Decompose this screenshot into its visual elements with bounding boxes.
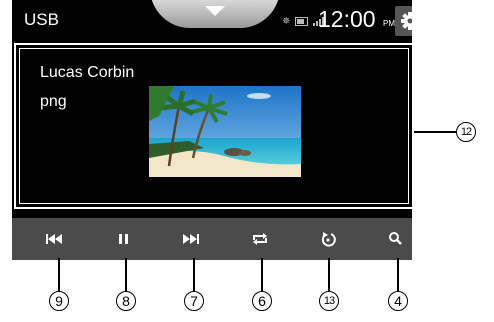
file-type: png [40,93,67,110]
callout-line-4 [397,258,399,291]
beach-photo[interactable] [149,86,301,177]
callout-line-7 [193,258,195,291]
pull-down-tab[interactable] [150,0,280,28]
previous-icon [46,234,62,244]
callout-line-8 [125,258,127,291]
rotate-icon [321,232,336,247]
pause-icon [119,234,128,244]
callout-13: 13 [319,291,339,311]
battery-icon [295,17,309,26]
artist-name: Lucas Corbin [40,64,135,81]
search-button[interactable] [376,224,416,254]
callout-line-12 [414,131,456,133]
callout-7: 7 [184,291,204,311]
callout-line-6 [261,258,263,291]
chevron-down-icon [205,6,225,16]
status-bar: USB ✵ 12:00 PM [12,0,412,42]
next-button[interactable] [171,224,211,254]
clock-ampm: PM [383,19,395,28]
callout-6: 6 [252,291,272,311]
clock-time: 12:00 [318,6,376,32]
callout-12: 12 [456,122,476,142]
callout-line-9 [58,258,60,291]
repeat-button[interactable] [240,224,280,254]
search-icon [389,232,402,245]
callout-4: 4 [388,291,408,311]
source-label: USB [24,10,59,29]
callout-9: 9 [49,291,69,311]
callout-line-13 [328,258,330,291]
repeat-icon [253,233,267,245]
rotate-button[interactable] [308,224,348,254]
gear-icon [401,12,412,30]
pause-button[interactable] [103,224,143,254]
previous-button[interactable] [34,224,74,254]
bluetooth-icon: ✵ [282,16,291,27]
playback-controls [12,218,412,260]
settings-button[interactable] [395,6,412,36]
next-icon [183,234,199,244]
callout-8: 8 [116,291,136,311]
